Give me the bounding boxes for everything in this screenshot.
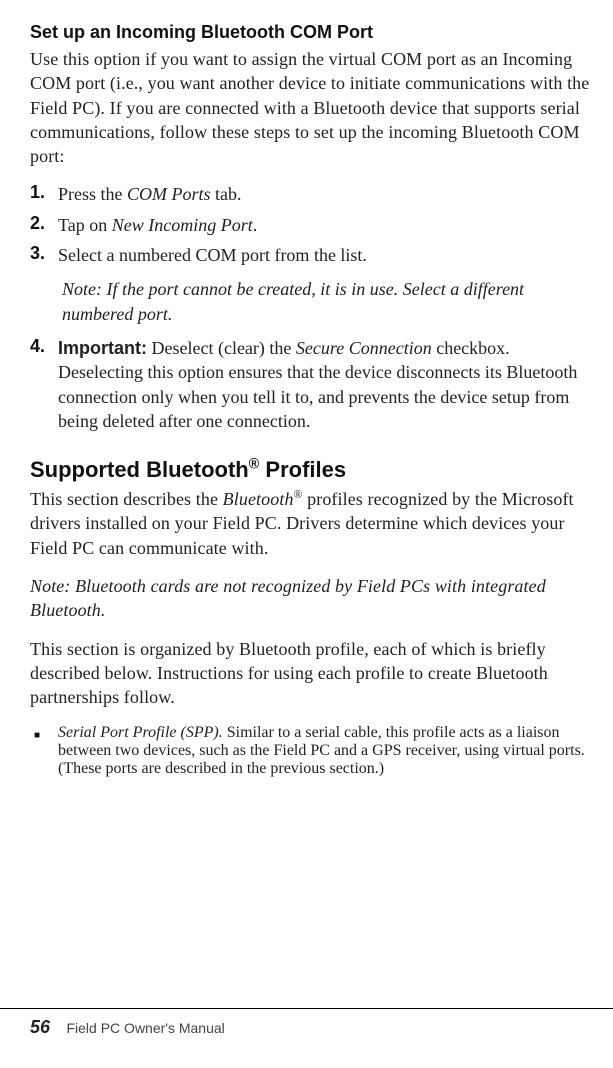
step-2-number: 2. [30,213,58,234]
bullet-spp: ■ Serial Port Profile (SPP). Similar to … [30,724,593,778]
step-2-ital: New Incoming Port [112,215,253,235]
step-1-number: 1. [30,182,58,203]
step-1: 1. Press the COM Ports tab. [30,182,593,206]
p1-ital: Bluetooth® [223,489,303,509]
step-3-number: 3. [30,243,58,264]
profiles-paragraph-1: This section describes the Bluetooth® pr… [30,487,593,560]
bullet-icon: ■ [30,724,58,748]
step-1-ital: COM Ports [127,184,211,204]
step-3: 3. Select a numbered COM port from the l… [30,243,593,267]
heading-profiles-a: Supported Bluetooth [30,457,249,482]
step-1-text: Press the COM Ports tab. [58,182,593,206]
bullet-spp-ital: Serial Port Profile (SPP). [58,724,223,741]
step-1-pre: Press the [58,184,127,204]
bullet-spp-text: Serial Port Profile (SPP). Similar to a … [58,724,593,778]
footer-source: Field PC Owner's Manual [66,1020,224,1036]
heading-profiles-mark: ® [249,457,260,473]
step-2-pre: Tap on [58,215,112,235]
step-4: 4. Important: Deselect (clear) the Secur… [30,336,593,433]
profiles-bullet-list: ■ Serial Port Profile (SPP). Similar to … [30,724,593,778]
p1-mark: ® [294,488,303,501]
intro-paragraph: Use this option if you want to assign th… [30,47,593,168]
step-4-ital: Secure Connection [296,338,432,358]
heading-supported-profiles: Supported Bluetooth® Profiles [30,457,593,483]
profiles-paragraph-3: This section is organized by Bluetooth p… [30,637,593,710]
setup-steps-list: 1. Press the COM Ports tab. 2. Tap on Ne… [30,182,593,267]
step-4-number: 4. [30,336,58,357]
step-2: 2. Tap on New Incoming Port. [30,213,593,237]
heading-setup-com-port: Set up an Incoming Bluetooth COM Port [30,22,593,43]
step-3-text: Select a numbered COM port from the list… [58,243,593,267]
step-2-text: Tap on New Incoming Port. [58,213,593,237]
profiles-note: Note: Bluetooth cards are not recognized… [30,574,593,623]
step-3-note: Note: If the port cannot be created, it … [62,277,593,326]
setup-steps-list-cont: 4. Important: Deselect (clear) the Secur… [30,336,593,433]
p1-a: This section describes the [30,489,223,509]
step-2-post: . [253,215,258,235]
page-number: 56 [30,1017,50,1037]
step-4-pre: Deselect (clear) the [147,338,296,358]
page-footer: 56 Field PC Owner's Manual [0,1008,613,1038]
step-1-post: tab. [211,184,242,204]
step-4-text: Important: Deselect (clear) the Secure C… [58,336,593,433]
step-4-important: Important: [58,338,147,358]
heading-profiles-b: Profiles [259,457,346,482]
